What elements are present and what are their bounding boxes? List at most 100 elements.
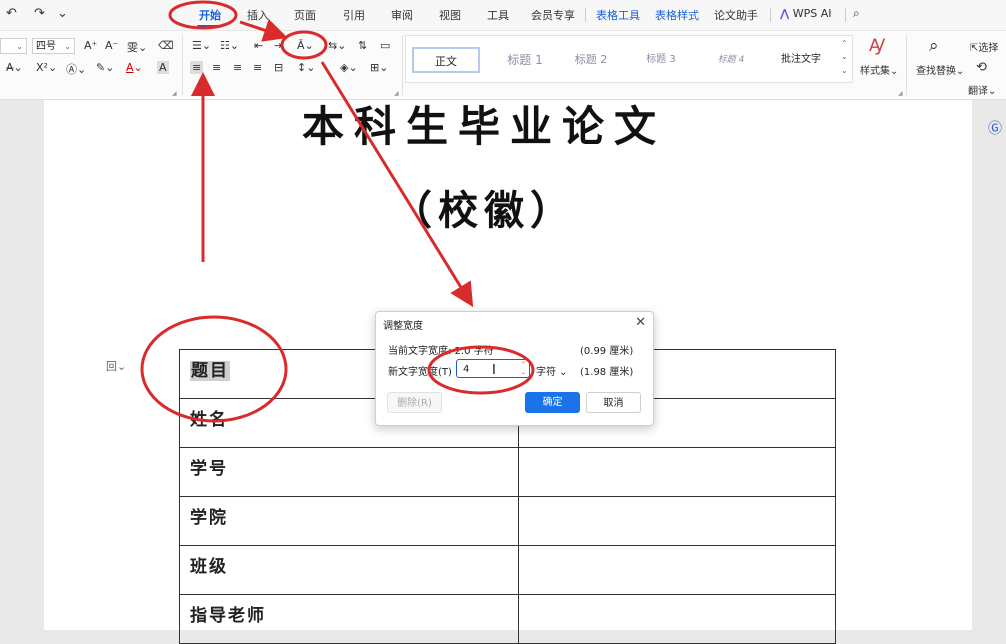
table-move-handle-icon[interactable]: 回⌄ bbox=[106, 358, 126, 374]
distributed-icon[interactable]: ⊟ bbox=[274, 61, 283, 74]
menu-bar: ↶ ↷ ⌄ 开始 插入 页面 引用 审阅 视图 工具 会员专享 表格工具 表格样… bbox=[0, 0, 1006, 31]
dialog-title: 调整宽度 bbox=[383, 321, 423, 332]
style-gallery: 正文 标题 1 标题 2 标题 3 标题 4 批注文字 ⌃ ⌄ ⌄ bbox=[405, 35, 853, 83]
gallery-expand-icon[interactable]: ⌄ bbox=[841, 66, 848, 75]
align-left-icon[interactable]: ≡ bbox=[190, 61, 204, 74]
search-icon[interactable]: ⌕ bbox=[853, 6, 860, 21]
tab-table-tools[interactable]: 表格工具 bbox=[596, 7, 640, 23]
phonetic-guide-icon[interactable]: 雯⌄ bbox=[127, 39, 147, 55]
table-cell-value[interactable] bbox=[518, 447, 836, 497]
ribbon: ⌄ 四号 ⌄ A⁺ A⁻ 雯⌄ ⌫ A̶⌄ X²⌄ Ⓐ⌄ ✎⌄ A⌄ A ◢ ☰⌄… bbox=[0, 31, 1006, 100]
style-set-button[interactable]: 样式集⌄ bbox=[860, 62, 898, 77]
shading-icon[interactable]: ◈⌄ bbox=[340, 61, 358, 74]
table-cell-label[interactable]: 班级 bbox=[179, 545, 519, 595]
clear-format-icon[interactable]: ⌫ bbox=[158, 39, 174, 52]
decrease-indent-icon[interactable]: ⇤ bbox=[254, 39, 263, 52]
table-cell-value[interactable] bbox=[518, 545, 836, 595]
close-icon[interactable]: ✕ bbox=[635, 315, 646, 330]
justify-icon[interactable]: ≡ bbox=[253, 61, 262, 74]
font-name-select[interactable]: ⌄ bbox=[0, 38, 27, 54]
find-replace-button[interactable]: 查找替换⌄ bbox=[916, 62, 964, 77]
translate-icon[interactable]: ⟲ bbox=[976, 60, 987, 75]
new-width-label: 新文字宽度(T) bbox=[388, 367, 452, 378]
style-annotation[interactable]: 批注文字 bbox=[768, 47, 834, 73]
tab-review[interactable]: 审阅 bbox=[391, 7, 413, 23]
sort-icon[interactable]: ⇅ bbox=[358, 39, 367, 52]
style-heading-2[interactable]: 标题 2 bbox=[558, 47, 624, 73]
style-set-icon[interactable]: Ꜽ bbox=[869, 36, 885, 56]
current-width-value: 2.0 字符 bbox=[454, 346, 494, 357]
customize-dropdown-icon[interactable]: ⌄ bbox=[57, 6, 68, 21]
table-row: 指导老师 bbox=[179, 594, 836, 644]
gallery-down-icon[interactable]: ⌄ bbox=[841, 52, 848, 61]
align-center-icon[interactable]: ≡ bbox=[212, 61, 221, 74]
spin-buttons-icon[interactable]: ⌃ ⌄ bbox=[521, 361, 526, 377]
adjust-width-icon[interactable]: Ā⌄ bbox=[297, 39, 314, 52]
numbered-list-icon[interactable]: ☷⌄ bbox=[220, 39, 239, 52]
table-row: 学号 bbox=[179, 447, 836, 497]
group-separator bbox=[906, 35, 907, 95]
adjust-width-dialog: 调整宽度 ✕ 当前文字宽度: 2.0 字符 (0.99 厘米) 新文字宽度(T)… bbox=[375, 311, 654, 426]
tab-separator bbox=[585, 8, 586, 22]
select-button[interactable]: ⇱选择 bbox=[970, 39, 998, 54]
shrink-font-icon[interactable]: A⁻ bbox=[105, 39, 118, 52]
table-cell-value[interactable] bbox=[518, 594, 836, 644]
document-title: 本科生毕业论文 bbox=[301, 102, 666, 151]
table-cell-value[interactable] bbox=[518, 496, 836, 546]
undo-icon[interactable]: ↶ bbox=[6, 6, 17, 21]
style-heading-3[interactable]: 标题 3 bbox=[628, 47, 694, 73]
character-shading-icon[interactable]: A bbox=[157, 61, 169, 74]
increase-indent-icon[interactable]: ⇥ bbox=[274, 39, 283, 52]
new-width-cm: (1.98 厘米) bbox=[580, 367, 634, 378]
selected-text: 题目 bbox=[190, 361, 230, 381]
tab-separator bbox=[770, 8, 771, 22]
text-effect-icon[interactable]: Ⓐ⌄ bbox=[66, 61, 86, 77]
group-separator bbox=[182, 35, 183, 95]
tab-tools[interactable]: 工具 bbox=[487, 7, 509, 23]
translate-button[interactable]: 翻译⌄ bbox=[968, 82, 996, 97]
borders-icon[interactable]: ⊞⌄ bbox=[370, 61, 388, 74]
highlight-icon[interactable]: ✎⌄ bbox=[96, 61, 114, 74]
font-size-select[interactable]: 四号 ⌄ bbox=[32, 38, 75, 54]
ok-button[interactable]: 确定 bbox=[525, 392, 580, 413]
gallery-up-icon[interactable]: ⌃ bbox=[841, 39, 848, 48]
tab-separator bbox=[845, 8, 846, 22]
document-subtitle: （校徽） bbox=[392, 187, 576, 234]
font-color-icon[interactable]: A⌄ bbox=[126, 61, 143, 74]
table-row: 学院 bbox=[179, 496, 836, 546]
text-direction-icon[interactable]: ⇆⌄ bbox=[328, 39, 346, 52]
tab-wps-ai[interactable]: ⋀ WPS AI bbox=[780, 7, 832, 20]
tab-references[interactable]: 引用 bbox=[343, 7, 365, 23]
unit-select[interactable]: 字符 ⌄ bbox=[536, 363, 568, 378]
bullet-list-icon[interactable]: ☰⌄ bbox=[192, 39, 211, 52]
group-separator bbox=[402, 35, 403, 95]
cancel-button[interactable]: 取消 bbox=[586, 392, 641, 413]
tab-table-style[interactable]: 表格样式 bbox=[655, 7, 699, 23]
redo-icon[interactable]: ↷ bbox=[34, 6, 45, 21]
table-row: 班级 bbox=[179, 545, 836, 595]
strikethrough-icon[interactable]: A̶⌄ bbox=[6, 61, 23, 74]
table-cell-label[interactable]: 指导老师 bbox=[179, 594, 519, 644]
find-icon[interactable]: ⌕ bbox=[929, 36, 939, 56]
table-cell-label[interactable]: 学号 bbox=[179, 447, 519, 497]
wps-ai-icon: ⋀ bbox=[780, 7, 790, 20]
grow-font-icon[interactable]: A⁺ bbox=[84, 39, 97, 52]
current-width-label: 当前文字宽度: 2.0 字符 bbox=[388, 346, 494, 357]
align-right-icon[interactable]: ≡ bbox=[233, 61, 242, 74]
delete-button[interactable]: 删除(R) bbox=[387, 392, 442, 413]
tab-thesis-assistant[interactable]: 论文助手 bbox=[714, 7, 758, 23]
superscript-icon[interactable]: X²⌄ bbox=[36, 61, 57, 74]
tab-view[interactable]: 视图 bbox=[439, 7, 461, 23]
text-cursor-icon: I bbox=[492, 363, 496, 378]
side-assistant-icon[interactable]: Ⓖ bbox=[988, 118, 1006, 138]
line-spacing-icon[interactable]: ↕⌄ bbox=[297, 61, 315, 74]
tab-member[interactable]: 会员专享 bbox=[531, 7, 575, 23]
show-marks-icon[interactable]: ▭ bbox=[380, 39, 390, 52]
style-heading-4[interactable]: 标题 4 bbox=[698, 47, 764, 73]
tab-page[interactable]: 页面 bbox=[294, 7, 316, 23]
table-cell-label[interactable]: 学院 bbox=[179, 496, 519, 546]
style-heading-1[interactable]: 标题 1 bbox=[490, 47, 560, 73]
tab-home[interactable]: 开始 bbox=[197, 7, 223, 27]
style-normal[interactable]: 正文 bbox=[412, 47, 480, 73]
tab-insert[interactable]: 插入 bbox=[247, 7, 269, 23]
